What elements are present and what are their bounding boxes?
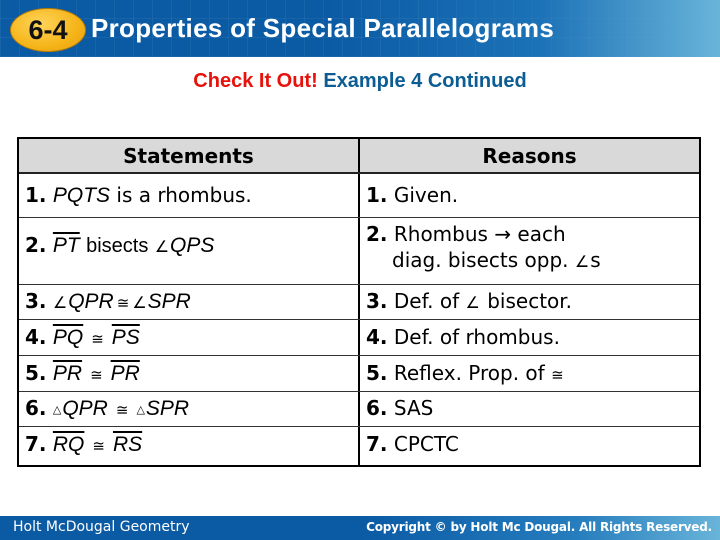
angle-icon: ∠ bbox=[52, 293, 68, 312]
reason-text: Given. bbox=[393, 183, 459, 207]
reason-cell: 6. SAS bbox=[360, 392, 699, 426]
section-badge: 6-4 bbox=[10, 8, 86, 52]
table-row: 4. PQ ≅ PS 4. Def. of rhombus. bbox=[19, 320, 699, 356]
example-subtitle: Check It Out! Example 4 Continued bbox=[0, 70, 720, 93]
step-number: 1. bbox=[25, 183, 47, 207]
table-row: 7. RQ ≅ RS 7. CPCTC bbox=[19, 427, 699, 465]
statement-figure: PQTS bbox=[52, 184, 111, 207]
step-number: 3. bbox=[25, 289, 47, 313]
statement-right: SPR bbox=[145, 397, 190, 420]
step-number: 7. bbox=[25, 432, 47, 456]
table-row: 5. PR ≅ PR 5. Reflex. Prop. of ≅ bbox=[19, 356, 699, 392]
step-number: 3. bbox=[366, 289, 388, 313]
copyright-notice: Copyright © by Holt Mc Dougal. All Right… bbox=[366, 520, 712, 534]
reason-line-1: Rhombus → each bbox=[393, 222, 566, 246]
proof-table: Statements Reasons 1. PQTS is a rhombus.… bbox=[17, 137, 701, 467]
congruent-icon: ≅ bbox=[91, 330, 104, 348]
segment-left: PQ bbox=[52, 326, 84, 349]
statement-cell: 1. PQTS is a rhombus. bbox=[19, 174, 360, 217]
congruent-icon: ≅ bbox=[90, 366, 103, 384]
reason-text: SAS bbox=[393, 396, 434, 420]
step-number: 5. bbox=[366, 361, 388, 385]
reasons-header-cell: Reasons bbox=[360, 139, 699, 172]
statement-cell: 5. PR ≅ PR bbox=[19, 356, 360, 391]
step-number: 4. bbox=[366, 325, 388, 349]
triangle-icon: △ bbox=[52, 403, 62, 416]
congruent-icon: ≅ bbox=[116, 294, 130, 312]
statement-text: is a rhombus. bbox=[110, 183, 252, 207]
congruent-icon: ≅ bbox=[115, 401, 129, 419]
header-banner: 6-4 Properties of Special Parallelograms bbox=[0, 0, 720, 57]
reason-cell: 4. Def. of rhombus. bbox=[360, 320, 699, 355]
statement-cell: 3. ∠QPR ≅ ∠SPR bbox=[19, 285, 360, 319]
reasons-header: Reasons bbox=[482, 144, 577, 168]
example-label: Example 4 Continued bbox=[323, 70, 527, 92]
lesson-title: Properties of Special Parallelograms bbox=[91, 13, 555, 43]
segment-pt: PT bbox=[52, 234, 80, 257]
table-header-row: Statements Reasons bbox=[19, 139, 699, 174]
reason-prefix: Def. of bbox=[393, 289, 466, 313]
table-row: 1. PQTS is a rhombus. 1. Given. bbox=[19, 174, 699, 218]
statement-left: QPR bbox=[68, 290, 114, 313]
step-number: 1. bbox=[366, 183, 388, 207]
statements-header: Statements bbox=[123, 144, 254, 168]
angle-icon: ∠ bbox=[154, 237, 170, 256]
step-number: 4. bbox=[25, 325, 47, 349]
step-number: 5. bbox=[25, 361, 47, 385]
reason-suffix: bisector. bbox=[480, 289, 573, 313]
check-it-out-label: Check It Out! bbox=[193, 70, 318, 92]
footer-bar: Holt McDougal Geometry Copyright © by Ho… bbox=[0, 516, 720, 540]
statement-cell: 2. PT bisects ∠QPS bbox=[19, 218, 360, 284]
reason-text: Def. of rhombus. bbox=[393, 325, 560, 349]
step-number: 7. bbox=[366, 432, 388, 456]
segment-left: PR bbox=[52, 362, 83, 385]
angle-icon: ∠ bbox=[574, 252, 590, 271]
statement-left: QPR bbox=[62, 397, 108, 420]
step-number: 2. bbox=[366, 222, 388, 246]
statement-cell: 4. PQ ≅ PS bbox=[19, 320, 360, 355]
table-row: 6. △QPR ≅ △SPR 6. SAS bbox=[19, 392, 699, 427]
statement-cell: 6. △QPR ≅ △SPR bbox=[19, 392, 360, 426]
table-row: 3. ∠QPR ≅ ∠SPR 3. Def. of ∠ bisector. bbox=[19, 285, 699, 320]
segment-right: PS bbox=[111, 326, 140, 349]
reason-cell: 3. Def. of ∠ bisector. bbox=[360, 285, 699, 319]
statements-header-cell: Statements bbox=[19, 139, 360, 172]
reason-cell: 1. Given. bbox=[360, 174, 699, 217]
reason-cell: 2. Rhombus → each diag. bisects opp. ∠s bbox=[360, 218, 699, 284]
step-number: 6. bbox=[25, 396, 47, 420]
segment-right: RS bbox=[112, 433, 143, 456]
reason-suffix: s bbox=[590, 248, 601, 272]
table-row: 2. PT bisects ∠QPS 2. Rhombus → each dia… bbox=[19, 218, 699, 285]
angle-icon: ∠ bbox=[132, 293, 147, 312]
reason-cell: 5. Reflex. Prop. of ≅ bbox=[360, 356, 699, 391]
congruent-icon: ≅ bbox=[551, 366, 564, 384]
angle-name: QPS bbox=[170, 234, 215, 257]
triangle-icon: △ bbox=[136, 403, 145, 416]
step-number: 6. bbox=[366, 396, 388, 420]
statement-right: SPR bbox=[147, 290, 191, 313]
step-number: 2. bbox=[25, 233, 47, 257]
statement-cell: 7. RQ ≅ RS bbox=[19, 427, 360, 465]
reason-prefix: Reflex. Prop. of bbox=[393, 361, 552, 385]
reason-text: CPCTC bbox=[393, 432, 459, 456]
reason-line-2: diag. bisects opp. ∠s bbox=[366, 247, 601, 275]
reason-line-2-text: diag. bisects opp. bbox=[392, 248, 575, 272]
segment-right: PR bbox=[110, 362, 140, 385]
segment-left: RQ bbox=[52, 433, 85, 456]
reason-cell: 7. CPCTC bbox=[360, 427, 699, 465]
publisher-label: Holt McDougal Geometry bbox=[13, 519, 190, 535]
statement-verb: bisects bbox=[86, 235, 149, 257]
congruent-icon: ≅ bbox=[92, 437, 105, 455]
angle-icon: ∠ bbox=[465, 293, 480, 312]
